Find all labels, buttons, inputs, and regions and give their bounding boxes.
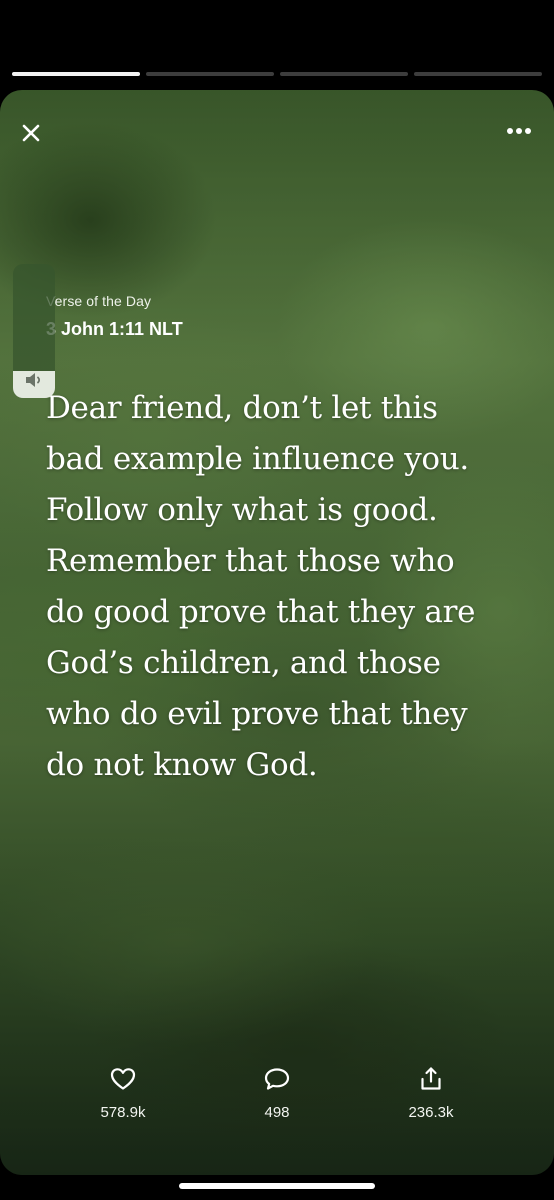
- progress-segment-2: [146, 72, 274, 76]
- more-dots-icon: [507, 128, 531, 134]
- comment-count: 498: [264, 1104, 290, 1121]
- progress-segment-1: [12, 72, 140, 76]
- share-icon: [421, 1067, 441, 1090]
- speaker-icon: [26, 373, 41, 387]
- more-options-button[interactable]: [504, 120, 534, 142]
- progress-segment-3: [280, 72, 408, 76]
- story-progress-bar: [12, 72, 542, 76]
- volume-slider[interactable]: [13, 264, 55, 398]
- heart-icon: [110, 1068, 136, 1090]
- close-button[interactable]: [18, 120, 44, 146]
- share-count: 236.3k: [408, 1104, 454, 1121]
- comment-button[interactable]: 498: [227, 1065, 327, 1121]
- verse-story-card[interactable]: Verse of the Day 3 John 1:11 NLT Dear fr…: [0, 90, 554, 1175]
- comment-bubble-icon: [264, 1068, 290, 1090]
- home-indicator[interactable]: [179, 1183, 375, 1189]
- verse-text: Dear friend, don’t let this bad example …: [46, 390, 476, 783]
- progress-segment-4: [414, 72, 542, 76]
- verse-header: Verse of the Day 3 John 1:11 NLT: [46, 293, 183, 340]
- action-bar: 578.9k 498 236.3k: [0, 1065, 554, 1121]
- verse-reference[interactable]: 3 John 1:11 NLT: [46, 319, 183, 340]
- like-count: 578.9k: [100, 1104, 146, 1121]
- share-button[interactable]: 236.3k: [381, 1065, 481, 1121]
- close-icon: [22, 124, 40, 142]
- like-button[interactable]: 578.9k: [73, 1065, 173, 1121]
- verse-of-the-day-label: Verse of the Day: [46, 293, 152, 309]
